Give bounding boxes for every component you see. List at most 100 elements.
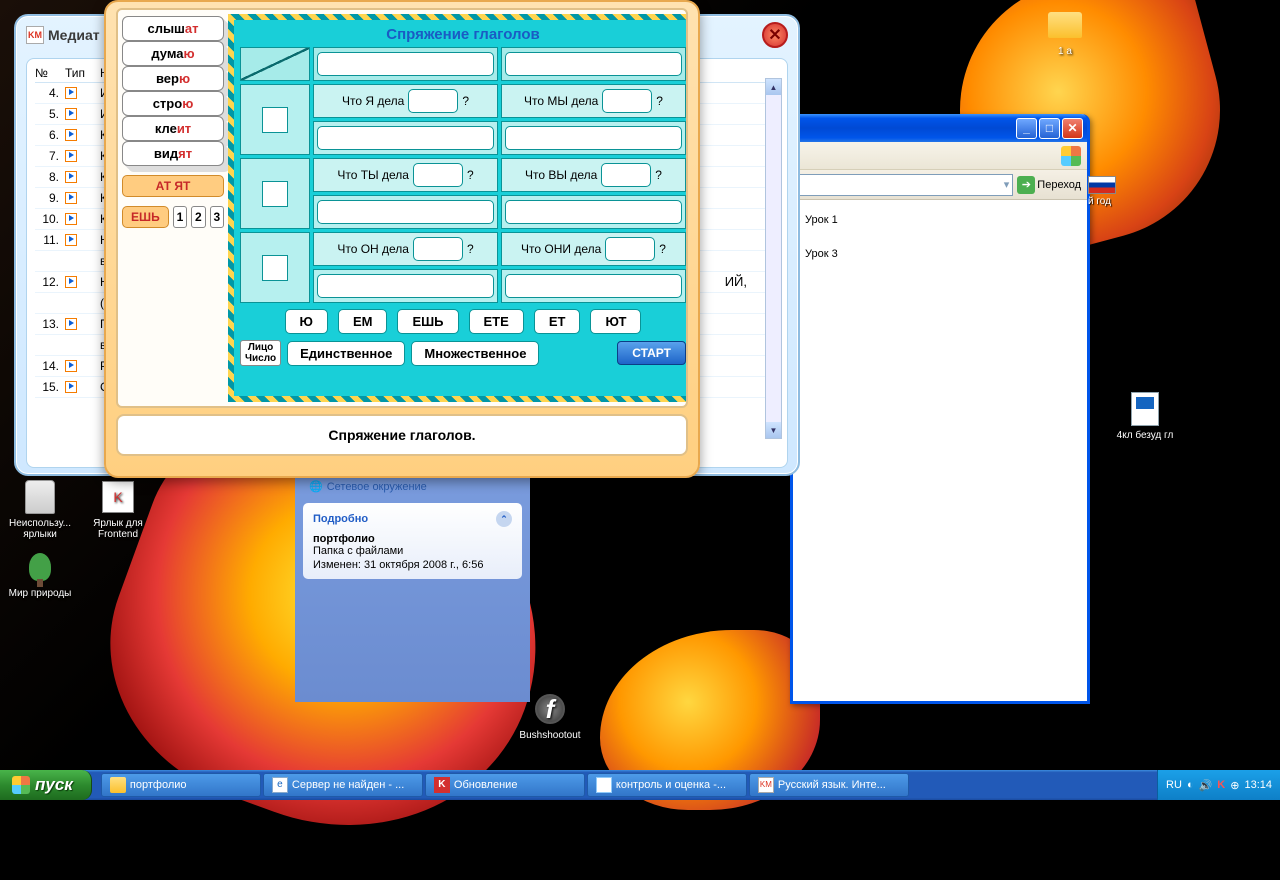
grid-person-2 — [240, 158, 310, 229]
conjugation-game-window[interactable]: ✕ слышатдумаюверюстроюклеитвидят АТ ЯТ Е… — [104, 0, 700, 478]
details-modified: Изменен: 31 октября 2008 г., 6:56 — [313, 559, 512, 571]
close-button[interactable]: ✕ — [1062, 118, 1083, 139]
slot[interactable] — [317, 274, 494, 298]
clock[interactable]: 13:14 — [1244, 779, 1272, 791]
person-1-button[interactable]: 1 — [173, 206, 187, 228]
ending-tag-atyat[interactable]: АТ ЯТ — [122, 175, 224, 197]
go-button[interactable]: ➔Переход — [1017, 176, 1081, 194]
start-button[interactable]: СТАРТ — [617, 341, 686, 365]
ending-button[interactable]: Ю — [285, 309, 328, 334]
pointer-icon — [65, 108, 77, 120]
explorer-tasks-panel: 🌐 Сетевое окружение Подробно⌃ портфолио … — [295, 472, 530, 702]
ending-button[interactable]: ЕМ — [338, 309, 388, 334]
desktop-icon-unused-shortcuts[interactable]: Неиспользу... ярлыки — [0, 478, 80, 540]
details-type: Папка с файлами — [313, 545, 512, 557]
checkbox[interactable] — [262, 107, 288, 133]
cell-vy: Что ВЫ дела? — [501, 158, 686, 192]
scrollbar[interactable]: ▲ ▼ — [765, 78, 782, 439]
slot[interactable] — [317, 200, 494, 224]
flash-icon: f — [535, 694, 565, 724]
desktop-icon-nature[interactable]: Мир природы — [0, 548, 80, 599]
taskbar-item[interactable]: портфолио — [101, 773, 261, 797]
verb-card[interactable]: строю — [122, 91, 224, 116]
tray-kaspersky-icon[interactable]: K — [1217, 779, 1225, 791]
verb-card[interactable]: думаю — [122, 41, 224, 66]
slot[interactable] — [317, 52, 494, 76]
cell-row3-pl — [501, 269, 686, 303]
go-label: Переход — [1037, 179, 1081, 191]
scroll-up-icon[interactable]: ▲ — [766, 79, 781, 95]
verb-card[interactable]: клеит — [122, 116, 224, 141]
answer-slot[interactable] — [605, 237, 655, 261]
network-places-link[interactable]: 🌐 Сетевое окружение — [299, 476, 526, 497]
list-item[interactable]: Урок 1 — [805, 214, 1075, 226]
slot[interactable] — [505, 52, 682, 76]
tray-volume-icon[interactable]: 🔊 — [1199, 779, 1213, 792]
grid-corner — [240, 47, 310, 81]
taskbar-item[interactable]: контроль и оценка -... — [587, 773, 747, 797]
address-combo[interactable]: ▾ — [799, 174, 1013, 196]
verb-card[interactable]: видят — [122, 141, 224, 166]
answer-slot[interactable] — [408, 89, 458, 113]
icon-label: 4кл безуд гл — [1105, 430, 1185, 441]
flag-ru-icon — [1088, 176, 1116, 194]
slot[interactable] — [505, 200, 682, 224]
answer-slot[interactable] — [413, 237, 463, 261]
taskbar-item[interactable]: eСервер не найден - ... — [263, 773, 423, 797]
ending-tag-esh[interactable]: ЕШЬ — [122, 206, 169, 228]
details-box: Подробно⌃ портфолио Папка с файлами Изме… — [303, 503, 522, 579]
window-title: Медиат — [48, 27, 100, 43]
plural-button[interactable]: Множественное — [411, 341, 539, 366]
network-label: Сетевое окружение — [327, 481, 427, 493]
slot[interactable] — [505, 274, 682, 298]
kaspersky-icon: K — [434, 777, 450, 793]
system-tray[interactable]: RU ◐ 🔊 K ⊕ 13:14 — [1157, 770, 1280, 800]
slot[interactable] — [505, 126, 682, 150]
tray-icon[interactable]: ⊕ — [1230, 779, 1239, 792]
person-2-button[interactable]: 2 — [191, 206, 205, 228]
close-button[interactable]: ✕ — [762, 22, 788, 48]
checkbox[interactable] — [262, 181, 288, 207]
ending-button[interactable]: ЮТ — [590, 309, 641, 334]
taskbar-item[interactable]: KОбновление — [425, 773, 585, 797]
collapse-icon[interactable]: ⌃ — [496, 511, 512, 527]
pointer-icon — [65, 276, 77, 288]
singular-button[interactable]: Единственное — [287, 341, 405, 366]
pointer-icon — [65, 318, 77, 330]
titlebar[interactable]: _ □ ✕ — [793, 114, 1087, 142]
file-list[interactable]: Урок 1 Урок 3 — [793, 200, 1087, 701]
cell-row2-sg — [313, 195, 498, 229]
folder-icon — [110, 777, 126, 793]
start-button[interactable]: пуск — [0, 770, 92, 800]
answer-slot[interactable] — [601, 163, 651, 187]
answer-slot[interactable] — [602, 89, 652, 113]
scroll-down-icon[interactable]: ▼ — [766, 422, 781, 438]
person-3-button[interactable]: 3 — [210, 206, 224, 228]
ending-button[interactable]: ЕТЕ — [469, 309, 524, 334]
list-item[interactable]: Урок 3 — [805, 248, 1075, 260]
taskbar-item[interactable]: KMРусский язык. Инте... — [749, 773, 909, 797]
verb-card[interactable]: слышат — [122, 16, 224, 41]
desktop-icon-frontend-shortcut[interactable]: K Ярлык для Frontend — [78, 478, 158, 540]
cell-row2-pl — [501, 195, 686, 229]
minimize-button[interactable]: _ — [1016, 118, 1037, 139]
desktop-icon-doc-4kl[interactable]: 4кл безуд гл — [1105, 390, 1185, 441]
ending-button[interactable]: ЕТ — [534, 309, 581, 334]
pointer-icon — [65, 129, 77, 141]
ending-button[interactable]: ЕШЬ — [397, 309, 458, 334]
face-number-label: ЛицоЧисло — [240, 340, 281, 366]
lessons-window[interactable]: _ □ ✕ ▾ ➔Переход Урок 1 Урок 3 — [790, 114, 1090, 704]
cell-ya: Что Я дела? — [313, 84, 498, 118]
details-name: портфолио — [313, 533, 512, 545]
desktop-icon-folder-1a[interactable]: 1 а — [1025, 6, 1105, 57]
text-fragment: й год — [1088, 196, 1111, 207]
verb-card[interactable]: верю — [122, 66, 224, 91]
language-indicator[interactable]: RU — [1166, 779, 1182, 791]
answer-slot[interactable] — [413, 163, 463, 187]
slot[interactable] — [317, 126, 494, 150]
checkbox[interactable] — [262, 255, 288, 281]
tree-icon — [29, 553, 51, 581]
tray-icon[interactable]: ◐ — [1187, 779, 1194, 791]
maximize-button[interactable]: □ — [1039, 118, 1060, 139]
folder-icon — [1048, 12, 1082, 38]
